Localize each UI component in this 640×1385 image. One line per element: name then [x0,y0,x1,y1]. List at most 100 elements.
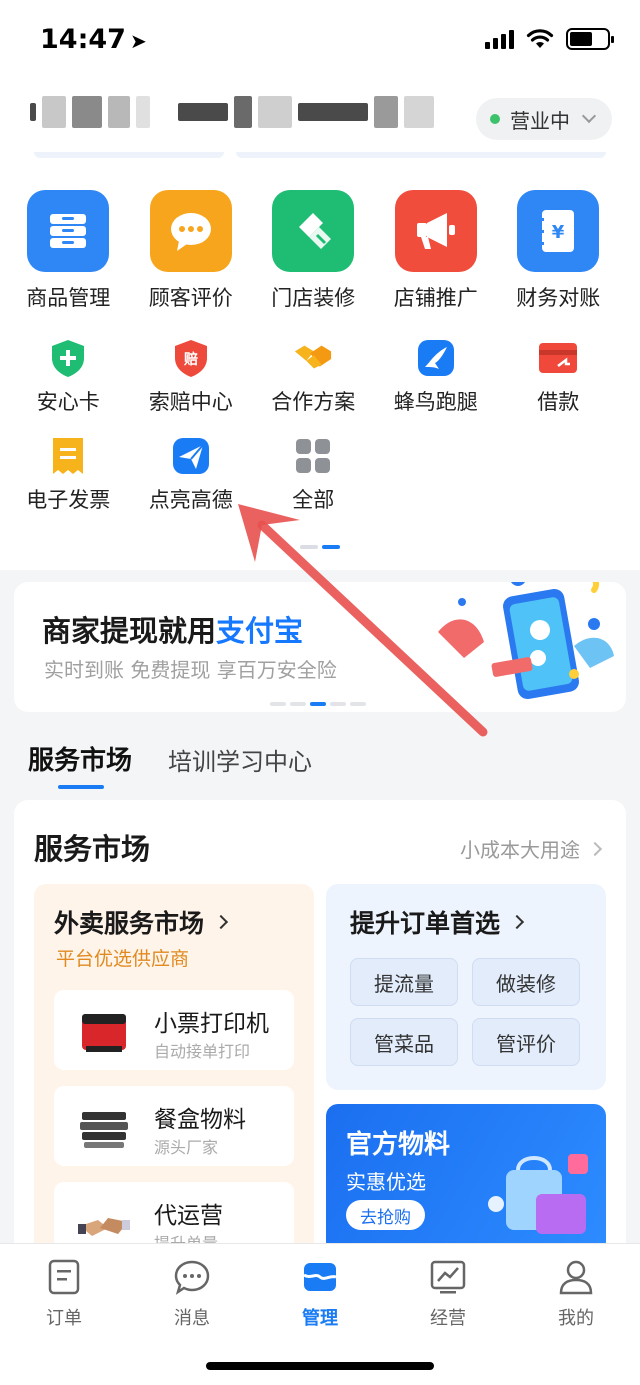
shopping-bag-illustration-icon [488,1154,588,1234]
nav-label: 管理 [302,1308,338,1329]
tool-label: 借款 [537,390,580,414]
message-icon [173,1258,211,1296]
waimai-panel-title: 外卖服务市场 [54,904,229,940]
tool-label: 索赔中心 [148,390,233,414]
tab-service-market[interactable]: 服务市场 [28,740,132,789]
banner-page-indicator [270,702,366,706]
product-name: 小票打印机 [154,1011,269,1037]
tool-label: 点亮高德 [148,488,233,512]
banner-title-prefix: 商家提现就用 [42,614,217,648]
handshake-icon [293,338,333,378]
business-status-toggle[interactable]: 营业中 [476,98,612,140]
tool-customer-reviews[interactable]: 顾客评价 [123,190,246,312]
nav-label: 消息 [174,1308,210,1329]
product-card-lunchbox[interactable]: 餐盒物料 源头厂家 [54,1086,294,1166]
tool-all[interactable]: 全部 [245,436,368,514]
status-icons [485,28,614,50]
chip-decoration[interactable]: 做装修 [472,958,580,1006]
status-time: 14:47 ➤ [40,24,147,55]
svg-text:赔: 赔 [183,351,198,368]
tool-label: 全部 [292,488,335,512]
tool-e-invoice[interactable]: 电子发票 [0,436,123,514]
order-boost-panel[interactable]: 提升订单首选 提流量 做装修 管菜品 管评价 [326,884,606,1090]
home-indicator [206,1362,434,1370]
tab-training-center[interactable]: 培训学习中心 [168,742,312,777]
service-market-card: 服务市场 小成本大用途 外卖服务市场 平台优选供应商 小票打印机 自动接单打印 … [14,800,626,1320]
waimai-panel-title-text: 外卖服务市场 [54,909,205,938]
tools-page-indicator [300,545,340,549]
nav-management[interactable]: 管理 [256,1258,384,1330]
nav-label: 我的 [558,1308,594,1329]
more-link-label: 小成本大用途 [460,838,580,862]
bird-icon [416,338,456,378]
tool-cooperation-plan[interactable]: 合作方案 [245,338,368,416]
megaphone-icon [394,190,477,272]
business-status-label: 营业中 [510,108,570,133]
nav-business[interactable]: 经营 [384,1258,512,1330]
location-arrow-icon: ➤ [129,29,147,53]
nav-profile[interactable]: 我的 [512,1258,640,1330]
svg-text:¥: ¥ [552,222,565,243]
tool-finance-reconciliation[interactable]: ¥ 财务对账 [490,190,613,312]
tool-store-decoration[interactable]: 门店装修 [245,190,368,312]
store-name-blurred[interactable] [30,96,434,128]
status-dot [490,114,500,124]
tool-hummingbird-errand[interactable]: 蜂鸟跑腿 [368,338,491,416]
chevron-right-icon [213,914,229,930]
tool-label: 电子发票 [26,488,111,512]
claim-icon: 赔 [171,338,211,378]
tool-claim-center[interactable]: 赔 索赔中心 [123,338,246,416]
grab-now-button[interactable]: 去抢购 [346,1200,425,1230]
chip-boost-traffic[interactable]: 提流量 [350,958,458,1006]
wifi-icon [526,29,554,48]
battery-icon [566,28,614,50]
order-boost-title: 提升订单首选 [350,904,525,940]
waimai-panel-subtitle: 平台优选供应商 [56,948,190,970]
tool-loan[interactable]: 借款 [490,338,613,416]
cellular-signal-icon [485,29,514,49]
loan-card-icon [538,338,578,378]
amap-icon [171,436,211,476]
invoice-icon [48,436,88,476]
secondary-tools-row: 安心卡 赔 索赔中心 合作方案 蜂鸟跑腿 借款 [0,338,640,416]
product-name: 代运营 [154,1203,223,1229]
bottom-tab-bar: 订单 消息 管理 经营 我的 [0,1243,640,1385]
official-materials-title: 官方物料 [346,1130,451,1160]
profile-icon [557,1258,595,1296]
chip-manage-reviews[interactable]: 管评价 [472,1018,580,1066]
tool-label: 合作方案 [271,390,356,414]
chip-manage-dishes[interactable]: 管菜品 [350,1018,458,1066]
tool-product-management[interactable]: 商品管理 [0,190,123,312]
chevron-right-icon [587,841,603,856]
order-boost-title-text: 提升订单首选 [350,909,501,938]
tool-peace-card[interactable]: 安心卡 [0,338,123,416]
secondary-tools-row: 电子发票 点亮高德 全部 [0,436,640,514]
chevron-down-icon [581,108,597,124]
status-time-text: 14:47 [40,24,126,55]
chevron-right-icon [509,914,525,930]
alipay-withdraw-banner[interactable]: 商家提现就用支付宝 实时到账 免费提现 享百万安全险 [14,582,626,712]
official-materials-panel[interactable]: 官方物料 实惠优选 去抢购 [326,1104,606,1254]
phone-illustration-icon [438,582,614,700]
product-card-printer[interactable]: 小票打印机 自动接单打印 [54,990,294,1070]
tool-label: 财务对账 [516,286,601,310]
tool-store-promotion[interactable]: 店铺推广 [368,190,491,312]
nav-label: 订单 [46,1308,82,1329]
tool-label: 安心卡 [36,390,100,414]
official-materials-subtitle: 实惠优选 [346,1170,426,1194]
tool-label: 顾客评价 [148,286,233,310]
tool-label: 门店装修 [271,286,356,310]
order-icon [45,1258,83,1296]
nav-messages[interactable]: 消息 [128,1258,256,1330]
main-tools-row: 商品管理 顾客评价 门店装修 店铺推广 ¥ 财务对账 [0,190,640,312]
service-market-more-link[interactable]: 小成本大用途 [460,834,603,863]
banner-title: 商家提现就用支付宝 [42,608,303,650]
lunchbox-icon [80,1112,128,1148]
nav-orders[interactable]: 订单 [0,1258,128,1330]
manage-icon [301,1258,339,1296]
chart-icon [429,1258,467,1296]
tool-light-up-amap[interactable]: 点亮高德 [123,436,246,514]
banner-title-highlight: 支付宝 [216,614,304,648]
banner-subtitle: 实时到账 免费提现 享百万安全险 [44,658,337,682]
handshake-photo-icon [78,1218,130,1236]
